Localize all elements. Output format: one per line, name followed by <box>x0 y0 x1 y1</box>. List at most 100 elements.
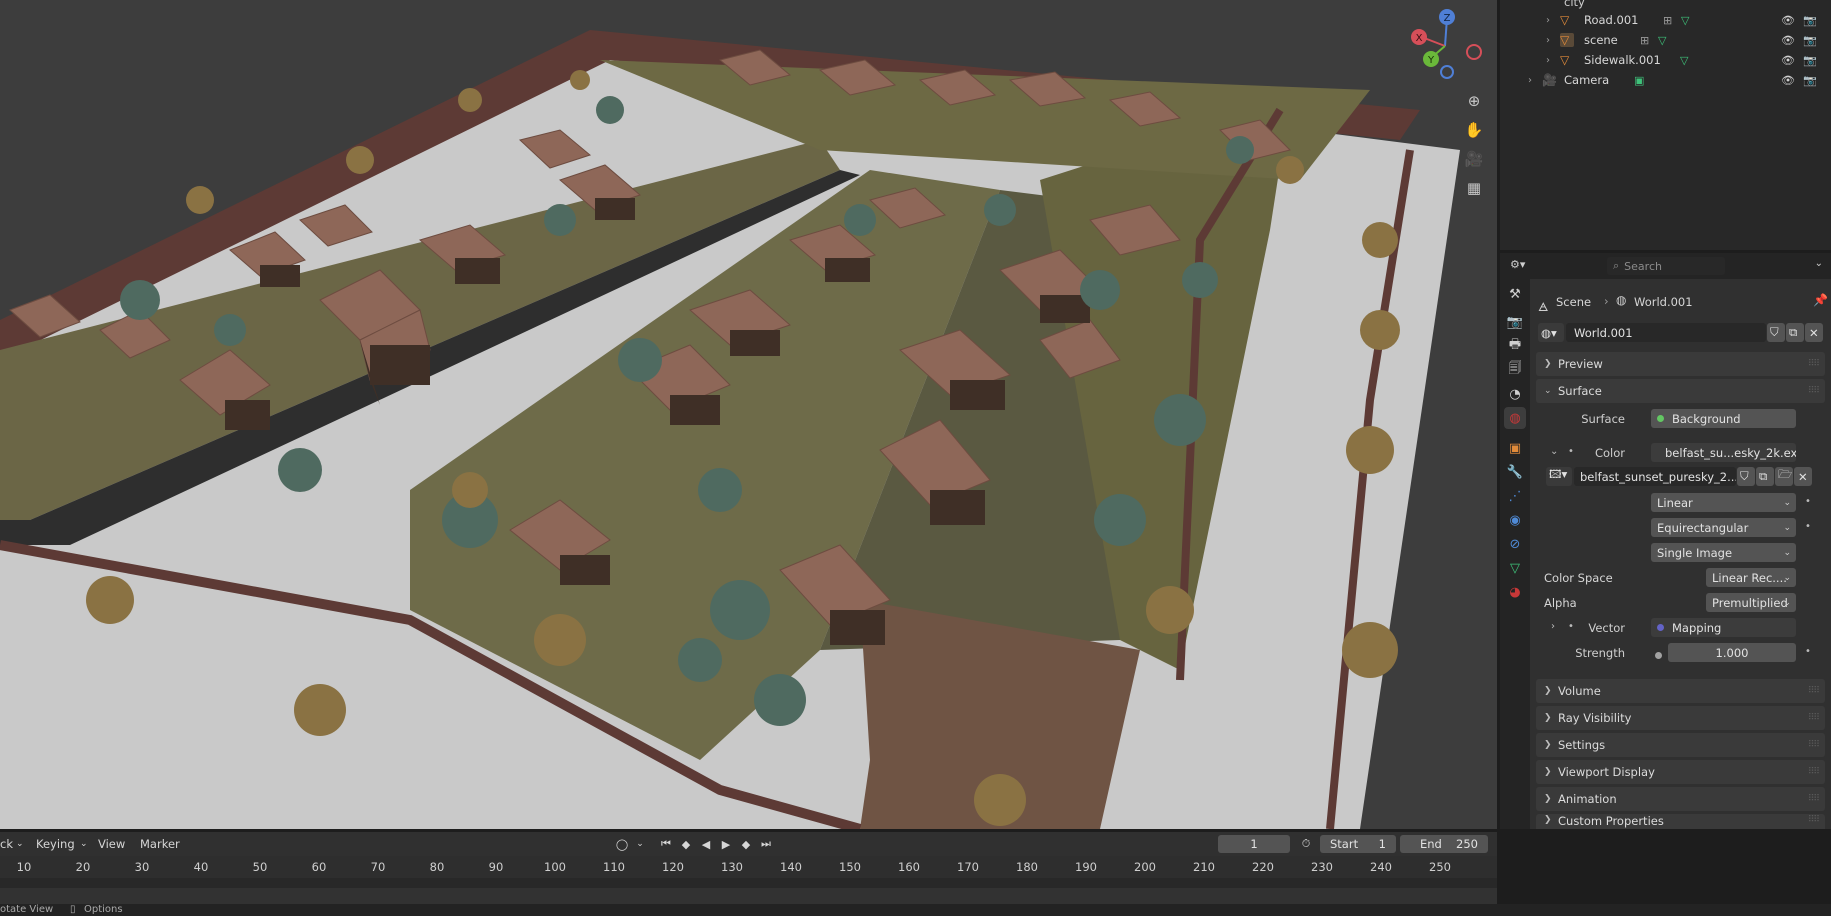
expand-arrow-icon[interactable]: › <box>1546 55 1550 66</box>
keyframe-dot-icon[interactable]: • <box>1805 646 1811 657</box>
preview-range-clock-icon[interactable]: ⏱ <box>1296 835 1316 853</box>
expand-arrow-icon[interactable]: › <box>1528 75 1532 86</box>
panel-viewport-display[interactable]: ❯ Viewport Display ⠿⠿ <box>1536 760 1825 784</box>
zoom-icon[interactable]: ⊕ <box>1461 88 1487 114</box>
world-tab-icon[interactable]: ◍ <box>1504 407 1526 429</box>
keyframe-dot-icon[interactable]: • <box>1805 521 1811 532</box>
panel-custom-properties[interactable]: ❯ Custom Properties ⠿⠿ <box>1536 814 1825 829</box>
image-source-dropdown[interactable]: Single Image ⌄ <box>1651 543 1796 562</box>
keying-menu[interactable]: Keying <box>36 837 75 851</box>
end-frame-field[interactable]: End 250 <box>1400 835 1488 853</box>
world-name-field[interactable]: World.001 <box>1566 323 1766 342</box>
start-frame-field[interactable]: Start 1 <box>1320 835 1396 853</box>
outliner-row-scene[interactable]: › ▽ scene ⊞ ▽ 👁 📷 <box>1500 30 1831 50</box>
render-camera-icon[interactable]: 📷 <box>1803 34 1817 47</box>
object-tab-icon[interactable]: ▣ <box>1504 437 1526 459</box>
unlink-close-icon[interactable]: ✕ <box>1794 467 1812 486</box>
hand-pan-icon[interactable]: ✋ <box>1461 117 1487 143</box>
keyframe-dot-icon[interactable]: • <box>1568 446 1574 457</box>
pin-icon[interactable]: 📌 <box>1813 293 1828 307</box>
next-keyframe-icon[interactable]: ◆ <box>736 835 756 853</box>
surface-shader-field[interactable]: Background <box>1651 409 1796 428</box>
interpolation-dropdown[interactable]: Linear ⌄ <box>1651 493 1796 512</box>
alpha-dropdown[interactable]: Premultiplied ⌄ <box>1706 593 1796 612</box>
chevron-down-icon[interactable]: ⌄ <box>1550 446 1558 457</box>
material-tab-icon[interactable]: ◕ <box>1504 581 1526 603</box>
panel-volume[interactable]: ❯ Volume ⠿⠿ <box>1536 679 1825 703</box>
editor-type-icon[interactable]: ⚙▾ <box>1510 258 1525 271</box>
scene-tab-icon[interactable]: ◔ <box>1504 383 1526 405</box>
jump-end-icon[interactable]: ⏭ <box>756 835 776 853</box>
current-frame-field[interactable]: 1 <box>1218 835 1290 853</box>
gizmo-neg-x[interactable] <box>1466 44 1482 60</box>
drag-grip-icon[interactable]: ⠿⠿ <box>1808 767 1820 777</box>
expand-arrow-icon[interactable]: › <box>1546 15 1550 26</box>
panel-settings[interactable]: ❯ Settings ⠿⠿ <box>1536 733 1825 757</box>
world-browse-button[interactable]: ◍▾ <box>1538 323 1564 342</box>
view-menu[interactable]: View <box>98 837 125 851</box>
outliner-row-sidewalk[interactable]: › ▽ Sidewalk.001 ▽ 👁 📷 <box>1500 50 1831 70</box>
modifier-tab-icon[interactable]: 🔧 <box>1504 461 1526 483</box>
grid-ortho-icon[interactable]: ▦ <box>1461 175 1487 201</box>
view-layer-tab-icon[interactable]: 🗐 <box>1504 359 1526 381</box>
data-tab-icon[interactable]: ▽ <box>1504 557 1526 579</box>
outliner-row-road[interactable]: › ▽ Road.001 ⊞ ▽ 👁 📷 <box>1500 10 1831 30</box>
eye-icon[interactable]: 👁 <box>1781 54 1795 67</box>
panel-surface[interactable]: ⌄ Surface ⠿⠿ <box>1536 379 1825 403</box>
unlink-close-icon[interactable]: ✕ <box>1805 323 1823 342</box>
strength-slider[interactable]: 1.000 <box>1668 643 1796 662</box>
drag-grip-icon[interactable]: ⠿⠿ <box>1808 713 1820 723</box>
duplicate-icon[interactable]: ⧉ <box>1756 467 1774 486</box>
color-space-dropdown[interactable]: Linear Rec.... ⌄ <box>1706 568 1796 587</box>
3d-viewport[interactable]: Z X Y ⊕ ✋ 🎥 ▦ <box>0 0 1497 829</box>
chevron-right-icon[interactable]: › <box>1551 621 1555 632</box>
image-name-field[interactable]: belfast_sunset_puresky_2... <box>1574 467 1736 486</box>
play-icon[interactable]: ▶ <box>716 835 736 853</box>
drag-grip-icon[interactable]: ⠿⠿ <box>1808 794 1820 804</box>
keyframe-dot-icon[interactable]: • <box>1568 621 1574 632</box>
output-tab-icon[interactable]: 🖶 <box>1504 335 1526 357</box>
fake-user-shield-icon[interactable]: ⛉ <box>1767 323 1785 342</box>
drag-grip-icon[interactable]: ⠿⠿ <box>1808 386 1820 396</box>
vector-link-field[interactable]: Mapping <box>1651 618 1796 637</box>
tool-tab-icon[interactable]: ⚒ <box>1504 283 1526 305</box>
render-camera-icon[interactable]: 📷 <box>1803 14 1817 27</box>
drag-grip-icon[interactable]: ⠿⠿ <box>1808 740 1820 750</box>
drag-grip-icon[interactable]: ⠿⠿ <box>1808 359 1820 369</box>
jump-start-icon[interactable]: ⏮ <box>656 835 676 853</box>
keyframe-dot-icon[interactable]: • <box>1805 496 1811 507</box>
projection-dropdown[interactable]: Equirectangular ⌄ <box>1651 518 1796 537</box>
panel-animation[interactable]: ❯ Animation ⠿⠿ <box>1536 787 1825 811</box>
frame-ruler[interactable]: 10 20 30 40 50 60 70 80 90 100 110 120 130 140 150 160 1… <box>0 856 1497 878</box>
marker-menu[interactable]: Marker <box>140 837 180 851</box>
outliner-row-camera[interactable]: › 🎥 Camera ▣ 👁 📷 <box>1500 70 1831 90</box>
chevron-down-icon[interactable]: ⌄ <box>630 835 650 853</box>
panel-ray-visibility[interactable]: ❯ Ray Visibility ⠿⠿ <box>1536 706 1825 730</box>
duplicate-icon[interactable]: ⧉ <box>1786 323 1804 342</box>
physics-tab-icon[interactable]: ◉ <box>1504 509 1526 531</box>
gizmo-neg-z[interactable] <box>1440 65 1454 79</box>
outliner[interactable]: city › ▽ Road.001 ⊞ ▽ 👁 📷 › ▽ scene ⊞ ▽ … <box>1500 0 1831 250</box>
prev-keyframe-icon[interactable]: ◆ <box>676 835 696 853</box>
playback-menu[interactable]: ck <box>0 837 13 851</box>
expand-arrow-icon[interactable]: › <box>1546 35 1550 46</box>
color-link-field[interactable]: belfast_su...esky_2k.exr <box>1651 443 1796 462</box>
search-input[interactable]: ⌕ Search <box>1607 257 1725 275</box>
camera-view-icon[interactable]: 🎥 <box>1461 146 1487 172</box>
constraints-tab-icon[interactable]: ⊘ <box>1504 533 1526 555</box>
navigation-gizmo[interactable]: Z X Y <box>1405 6 1485 80</box>
open-image-icon[interactable]: 🗁 <box>1775 467 1793 486</box>
eye-icon[interactable]: 👁 <box>1781 14 1795 27</box>
options-dropdown-icon[interactable]: ⌄ <box>1815 258 1823 269</box>
drag-grip-icon[interactable]: ⠿⠿ <box>1808 686 1820 696</box>
autokey-record-icon[interactable]: ◯ <box>612 835 632 853</box>
drag-grip-icon[interactable]: ⠿⠿ <box>1808 815 1820 825</box>
image-browse-button[interactable]: 🖾▾ <box>1546 467 1572 486</box>
play-reverse-icon[interactable]: ◀ <box>696 835 716 853</box>
eye-icon[interactable]: 👁 <box>1781 34 1795 47</box>
render-camera-icon[interactable]: 📷 <box>1803 74 1817 87</box>
eye-icon[interactable]: 👁 <box>1781 74 1795 87</box>
panel-preview[interactable]: ❯ Preview ⠿⠿ <box>1536 352 1825 376</box>
render-tab-icon[interactable]: 📷 <box>1504 311 1526 333</box>
particles-tab-icon[interactable]: ⋰ <box>1504 485 1526 507</box>
